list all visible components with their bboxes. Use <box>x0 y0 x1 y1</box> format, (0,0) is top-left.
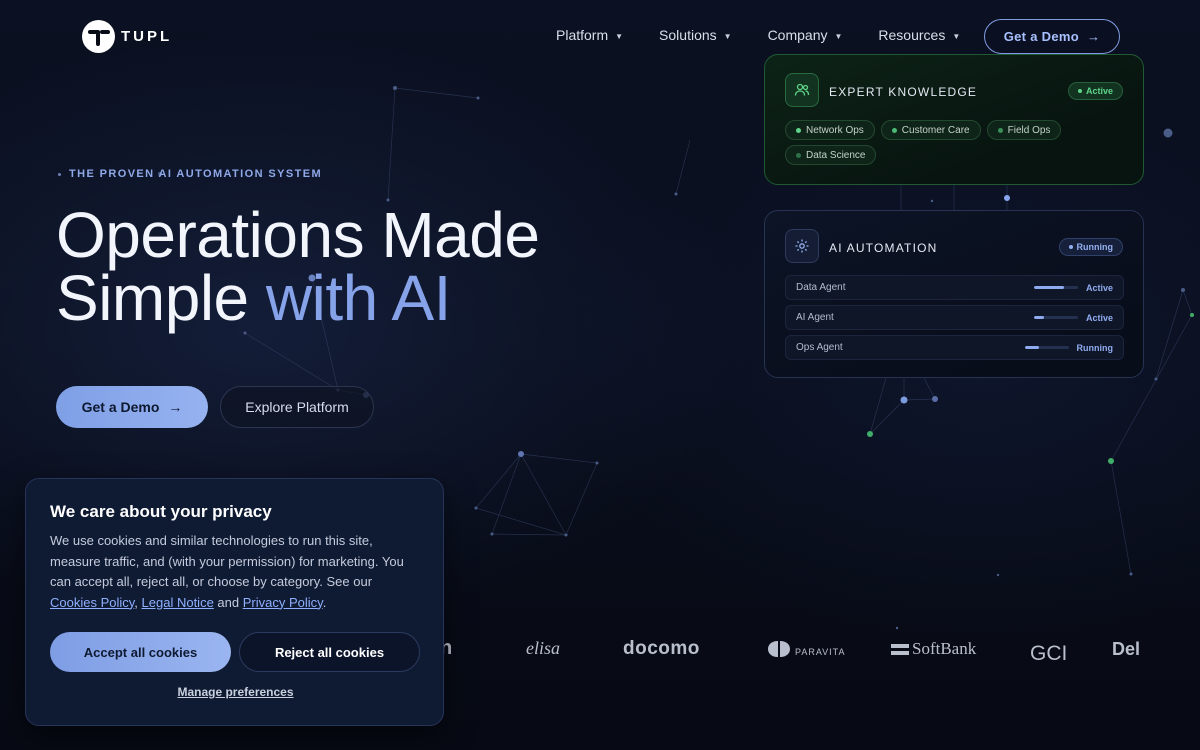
cookie-text-body: We use cookies and similar technologies … <box>50 533 404 589</box>
chip-data-science: Data Science <box>785 145 877 165</box>
header-demo-label: Get a Demo <box>1003 29 1079 44</box>
expert-knowledge-card: EXPERT KNOWLEDGE Active Network Ops Cust… <box>764 54 1144 185</box>
agent-row-ops: Ops Agent Running <box>785 335 1124 360</box>
cookie-text-sep: , <box>134 594 142 610</box>
accept-label: Accept all cookies <box>83 644 198 660</box>
chip-label: Data Science <box>806 149 866 161</box>
badge-label: Running <box>1076 242 1114 252</box>
partner-logo-mark <box>767 640 791 658</box>
partner-logo: elisa <box>526 638 560 658</box>
agent-name: AI Agent <box>796 312 834 323</box>
status-dot-icon <box>1077 89 1082 93</box>
gear-icon <box>785 229 819 263</box>
nav-item-solutions[interactable]: Solutions ▼ <box>659 27 732 43</box>
nav-item-label: Company <box>767 27 828 43</box>
eyebrow-text: THE PROVEN AI AUTOMATION SYSTEM <box>69 168 323 180</box>
hero-headline: Operations Made Simple with AI <box>56 203 540 330</box>
cookie-text-sep: and <box>213 594 243 610</box>
header-get-demo-button[interactable]: Get a Demo → <box>984 19 1120 54</box>
badge-label: Active <box>1085 86 1113 96</box>
ai-automation-card: AI AUTOMATION Running Data Agent Active … <box>764 210 1144 378</box>
agent-progress-fill <box>1024 346 1040 349</box>
agent-name: Ops Agent <box>796 342 843 353</box>
explore-platform-button[interactable]: Explore Platform <box>220 386 374 428</box>
partner-logo: GCI <box>1030 642 1068 663</box>
hero-get-demo-button[interactable]: Get a Demo → <box>56 386 208 428</box>
chip-dot-icon <box>796 127 801 133</box>
agent-name: Data Agent <box>796 282 846 293</box>
chevron-down-icon: ▼ <box>834 32 843 41</box>
agent-progress-fill <box>1033 286 1064 289</box>
arrow-right-icon: → <box>1086 29 1101 44</box>
agent-status: Active <box>1085 312 1113 323</box>
main-nav: Platform ▼ Solutions ▼ Company ▼ Resourc… <box>556 27 996 43</box>
cookie-description: We use cookies and similar technologies … <box>50 531 422 613</box>
cookie-text-end: . <box>322 594 327 610</box>
agent-list: Data Agent Active AI Agent Active Ops Ag… <box>785 275 1124 365</box>
legal-notice-link[interactable]: Legal Notice <box>142 595 214 610</box>
chip-field-ops: Field Ops <box>986 120 1062 140</box>
accept-all-cookies-button[interactable]: Accept all cookies <box>50 632 231 672</box>
status-badge: Active <box>1067 82 1123 100</box>
partner-logo: PARAVITA <box>795 647 846 657</box>
headline-accent: with AI <box>265 262 452 334</box>
chevron-down-icon: ▼ <box>952 32 961 41</box>
chip-dot-icon <box>796 152 801 158</box>
partner-logo-mark <box>891 643 909 655</box>
cookie-title: We care about your privacy <box>50 502 272 521</box>
headline-line-1: Operations Made <box>56 199 540 271</box>
nav-item-label: Resources <box>878 27 946 43</box>
nav-item-label: Solutions <box>659 27 717 43</box>
reject-label: Reject all cookies <box>274 644 385 660</box>
agent-progress-bar <box>1024 346 1069 349</box>
agent-row-ai: AI Agent Active <box>785 305 1124 330</box>
partner-logo: Del <box>1112 639 1141 659</box>
users-icon <box>785 73 819 107</box>
chevron-down-icon: ▼ <box>723 32 732 41</box>
hero-demo-label: Get a Demo <box>81 399 160 415</box>
agent-status: Running <box>1076 342 1114 353</box>
cookies-policy-link[interactable]: Cookies Policy <box>50 595 134 610</box>
brand-mark-icon <box>82 20 115 53</box>
status-dot-icon <box>1068 245 1073 249</box>
agent-progress-fill <box>1033 316 1044 319</box>
eyebrow-dot-icon <box>58 172 61 176</box>
card-title: AI AUTOMATION <box>829 241 938 255</box>
chip-label: Customer Care <box>901 124 970 136</box>
nav-item-resources[interactable]: Resources ▼ <box>878 27 960 43</box>
privacy-policy-link[interactable]: Privacy Policy <box>243 595 323 610</box>
nav-item-company[interactable]: Company ▼ <box>768 27 843 43</box>
explore-platform-label: Explore Platform <box>245 399 349 415</box>
card-title: EXPERT KNOWLEDGE <box>829 85 978 99</box>
cookie-consent-banner: We care about your privacy We use cookie… <box>25 478 444 726</box>
partner-logo: SoftBank <box>912 639 977 658</box>
status-badge: Running <box>1058 238 1123 256</box>
chevron-down-icon: ▼ <box>615 32 624 41</box>
partner-logo: docomo <box>623 638 700 659</box>
chip-customer-care: Customer Care <box>880 120 981 140</box>
brand-logo[interactable]: TUPL <box>82 20 172 53</box>
agent-row-data: Data Agent Active <box>785 275 1124 300</box>
partner-logo-strip: n elisa docomo PARAVITA SoftBank GCI Del <box>440 637 1145 663</box>
agent-progress-bar <box>1033 316 1078 319</box>
chip-label: Network Ops <box>806 124 864 136</box>
knowledge-chip-list: Network Ops Customer Care Field Ops Data… <box>785 120 1130 165</box>
reject-all-cookies-button[interactable]: Reject all cookies <box>239 632 420 672</box>
hero-eyebrow: THE PROVEN AI AUTOMATION SYSTEM <box>58 168 322 180</box>
nav-item-label: Platform <box>556 27 609 43</box>
nav-item-platform[interactable]: Platform ▼ <box>556 27 623 43</box>
chip-dot-icon <box>997 127 1003 133</box>
arrow-right-icon: → <box>168 399 183 415</box>
agent-progress-bar <box>1033 286 1078 289</box>
headline-line-2: Simple <box>56 262 266 334</box>
agent-status: Active <box>1085 282 1113 293</box>
chip-network-ops: Network Ops <box>785 120 875 140</box>
brand-name: TUPL <box>121 28 173 45</box>
manage-preferences-row: Manage preferences <box>26 685 445 699</box>
manage-preferences-link[interactable]: Manage preferences <box>177 685 293 699</box>
chip-label: Field Ops <box>1007 124 1051 136</box>
chip-dot-icon <box>891 127 897 133</box>
